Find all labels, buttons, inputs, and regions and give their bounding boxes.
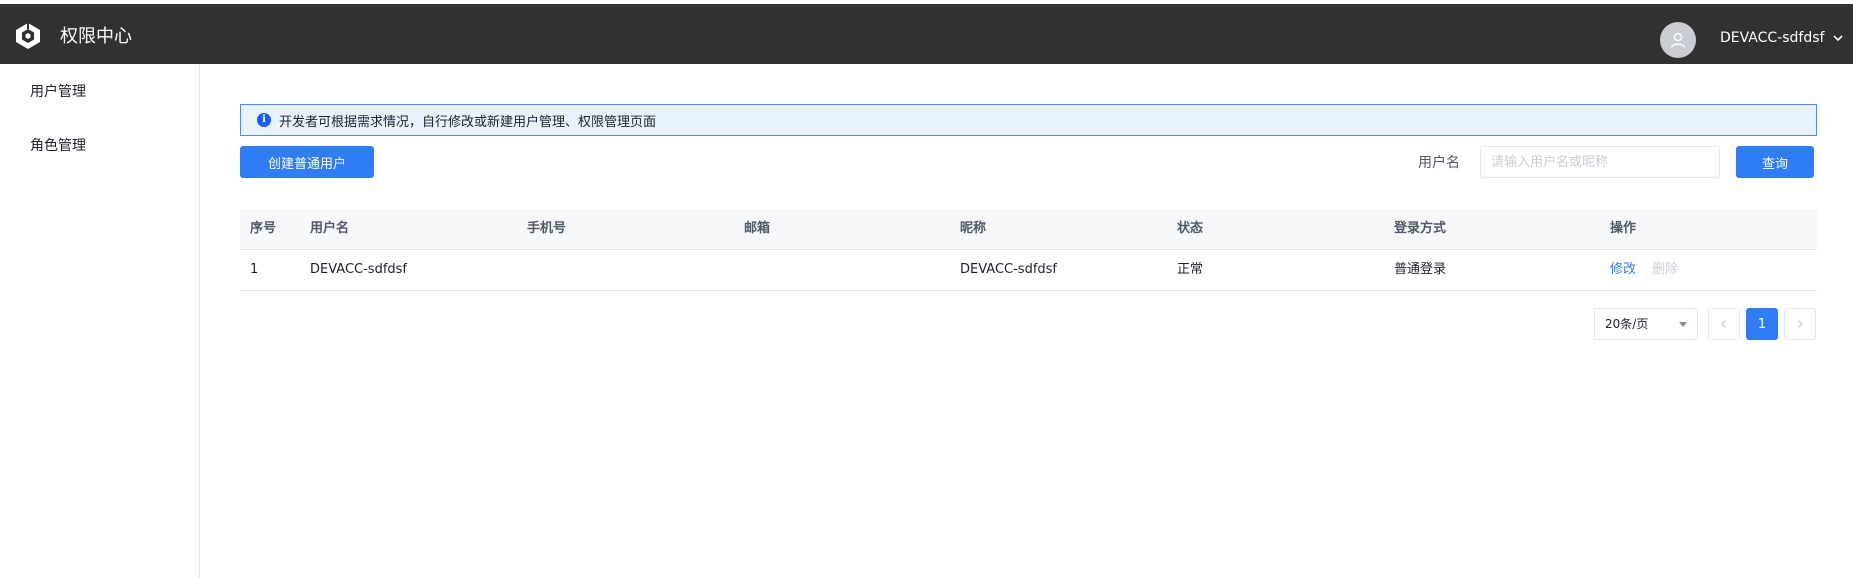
app-title: 权限中心 <box>60 26 132 47</box>
top-bar: 权限中心 DEVACC-sdfdsf <box>0 0 1853 64</box>
sidebar: 用户管理 角色管理 <box>0 64 200 578</box>
chevron-down-icon[interactable] <box>1832 32 1844 44</box>
cell-username: DEVACC-sdfdsf <box>310 262 407 277</box>
column-header-actions: 操作 <box>1610 221 1637 236</box>
cell-actions: 修改 删除 <box>1610 250 1678 290</box>
column-header-username: 用户名 <box>310 221 350 236</box>
prev-page-button[interactable] <box>1708 308 1740 340</box>
edit-link[interactable]: 修改 <box>1610 262 1636 277</box>
table-row: 1 DEVACC-sdfdsf DEVACC-sdfdsf 正常 普通登录 修改… <box>240 250 1817 291</box>
chevron-right-icon <box>1798 320 1803 328</box>
query-button[interactable]: 查询 <box>1736 146 1814 178</box>
username-filter-label: 用户名 <box>1418 155 1460 171</box>
user-name[interactable]: DEVACC-sdfdsf <box>1720 28 1824 48</box>
notice-banner: i 开发者可根据需求情况，自行修改或新建用户管理、权限管理页面 <box>240 104 1817 136</box>
caret-down-icon <box>1679 322 1687 327</box>
page-size-value: 20条/页 <box>1605 317 1649 331</box>
cell-nickname: DEVACC-sdfdsf <box>960 262 1057 277</box>
info-icon: i <box>257 113 271 127</box>
page-number-current[interactable]: 1 <box>1746 308 1778 340</box>
table-header: 序号 用户名 手机号 邮箱 昵称 状态 登录方式 操作 <box>240 209 1817 250</box>
column-header-status: 状态 <box>1177 221 1204 236</box>
column-header-nickname: 昵称 <box>960 221 987 236</box>
column-header-email: 邮箱 <box>744 221 771 236</box>
avatar[interactable] <box>1660 22 1696 58</box>
chevron-left-icon <box>1721 320 1726 328</box>
cell-login-method: 普通登录 <box>1394 262 1447 277</box>
next-page-button[interactable] <box>1784 308 1816 340</box>
delete-link[interactable]: 删除 <box>1652 262 1678 277</box>
column-header-index: 序号 <box>250 221 277 236</box>
app-logo-icon <box>16 23 40 49</box>
notice-text: 开发者可根据需求情况，自行修改或新建用户管理、权限管理页面 <box>279 114 657 130</box>
user-table: 序号 用户名 手机号 邮箱 昵称 状态 登录方式 操作 1 DEVACC-sdf… <box>240 209 1817 291</box>
user-icon <box>1670 32 1686 48</box>
column-header-login-method: 登录方式 <box>1394 221 1447 236</box>
cell-status: 正常 <box>1177 262 1204 277</box>
username-search-input[interactable] <box>1480 146 1720 178</box>
cell-index: 1 <box>250 262 259 277</box>
column-header-phone: 手机号 <box>527 221 567 236</box>
create-user-button[interactable]: 创建普通用户 <box>240 146 374 178</box>
page-size-select[interactable]: 20条/页 <box>1594 308 1698 340</box>
sidebar-item-role-management[interactable]: 角色管理 <box>30 136 86 156</box>
sidebar-item-user-management[interactable]: 用户管理 <box>30 82 86 102</box>
